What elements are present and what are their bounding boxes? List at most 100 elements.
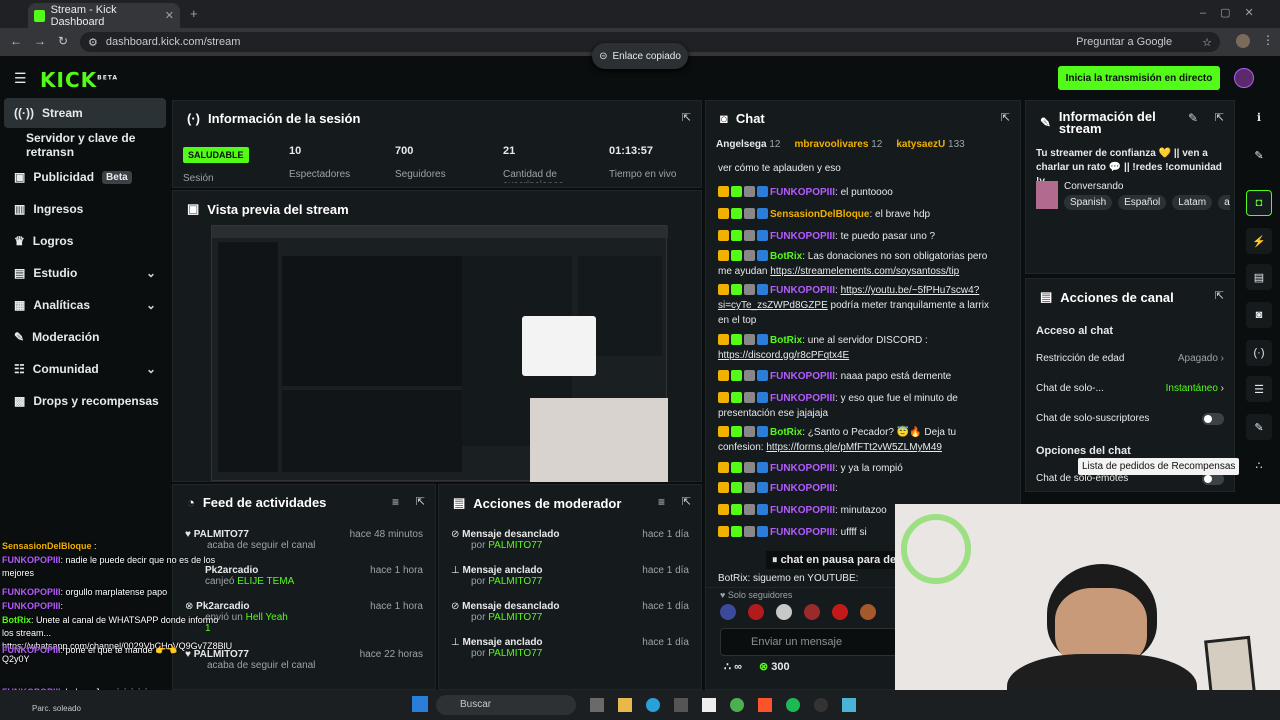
rewards-icon[interactable]: ∴ [1246, 452, 1272, 478]
chat-username[interactable]: FUNKOPOPIII [770, 505, 835, 516]
edit-icon[interactable]: ✎ [1188, 111, 1198, 125]
user-avatar[interactable] [1234, 68, 1254, 88]
chat-username[interactable]: FUNKOPOPIII [770, 463, 835, 474]
slow-mode-row[interactable]: Chat de solo-... Instantáneo › [1036, 383, 1224, 394]
site-info-icon[interactable]: ⚙ [88, 36, 98, 49]
sidebar-item-server-key[interactable]: Servidor y clave de retransn [4, 130, 166, 160]
new-tab-icon[interactable]: + [190, 6, 198, 21]
flash-icon[interactable]: ⚡ [1246, 228, 1272, 254]
chat-message: FUNKOPOPIII: y ya la rompió [718, 461, 994, 476]
chat-username[interactable]: FUNKOPOPIII [770, 393, 835, 404]
filter-icon[interactable]: ≡ [392, 495, 399, 509]
app-icon[interactable] [590, 698, 604, 712]
sidebar-item-analytics[interactable]: ▦ Analíticas ⌄ [4, 290, 166, 320]
start-stream-button[interactable]: Inicia la transmisión en directo [1058, 66, 1220, 90]
heart-icon: ♥ [185, 529, 191, 540]
chat-username[interactable]: FUNKOPOPIII [770, 527, 835, 538]
browser-tab[interactable]: Stream - Kick Dashboard ✕ [28, 3, 180, 28]
edit-icon[interactable]: ✎ [1246, 142, 1272, 168]
close-tab-icon[interactable]: ✕ [165, 9, 174, 22]
panel-title-text: Acciones de canal [1060, 289, 1174, 305]
camera-icon[interactable]: ◘ [1246, 190, 1272, 216]
wrench-icon[interactable]: ✎ [1246, 414, 1272, 440]
spotify-icon[interactable] [786, 698, 800, 712]
category-thumbnail[interactable] [1036, 181, 1058, 209]
preview-title: ▣ Vista previa del stream [187, 201, 349, 217]
clipboard-icon[interactable]: ▤ [1246, 264, 1272, 290]
subs-only-toggle[interactable] [1202, 413, 1224, 425]
emote-icon[interactable] [804, 604, 820, 620]
list-icon[interactable]: ☰ [1246, 376, 1272, 402]
brave-icon[interactable] [758, 698, 772, 712]
chat-username[interactable]: FUNKOPOPIII [770, 483, 835, 494]
chat-username[interactable]: FUNKOPOPIII [770, 371, 835, 382]
window-controls-icon[interactable]: –▢✕ [1200, 6, 1268, 19]
top-gifter[interactable]: mbravoolivares 12 [794, 139, 882, 150]
app-icon[interactable] [702, 698, 716, 712]
popout-icon[interactable]: ⇱ [1215, 111, 1224, 124]
broadcast-icon[interactable]: (·) [1246, 340, 1272, 366]
chat-username[interactable]: BotRix [770, 335, 802, 346]
emote-icon[interactable] [832, 604, 848, 620]
chat-icon[interactable]: ◙ [1246, 302, 1272, 328]
chat-username[interactable]: SensasionDelBloque [770, 209, 869, 220]
chat-link[interactable]: https://forms.gle/pMfFTt2vW5ZLMyM49 [766, 442, 942, 453]
preview-video[interactable] [211, 225, 668, 482]
status-badge: SALUDABLE [183, 147, 249, 163]
sidebar-item-moderation[interactable]: ✎ Moderación [4, 322, 166, 352]
popout-icon[interactable]: ⇱ [1001, 111, 1010, 124]
chat-username[interactable]: FUNKOPOPIII [770, 187, 835, 198]
emote-icon[interactable] [860, 604, 876, 620]
popout-icon[interactable]: ⇱ [682, 495, 691, 508]
app-icon[interactable] [842, 698, 856, 712]
top-gifter[interactable]: Angelsega 12 [716, 139, 780, 150]
chrome-icon[interactable] [730, 698, 744, 712]
channel-points[interactable]: ∴ ∞ ⊗ 300 [724, 660, 790, 673]
filter-icon[interactable]: ≡ [658, 495, 665, 509]
chat-username[interactable]: FUNKOPOPIII [770, 285, 835, 296]
tag[interactable]: Español [1118, 195, 1167, 210]
sidebar-item-label: Comunidad [32, 362, 99, 376]
popout-icon[interactable]: ⇱ [682, 111, 691, 124]
bookmark-star-icon[interactable]: ☆ [1202, 36, 1212, 49]
hamburger-menu-icon[interactable]: ☰ [14, 70, 27, 87]
edge-icon[interactable] [646, 698, 660, 712]
taskbar-search[interactable]: Buscar [436, 695, 576, 715]
category-name[interactable]: Conversando [1064, 181, 1123, 192]
age-restriction-row[interactable]: Restricción de edad Apagado › [1036, 353, 1224, 364]
top-gifter[interactable]: katysaezU 133 [896, 139, 964, 150]
sidebar-item-ads[interactable]: ▣ Publicidad Beta [4, 162, 166, 192]
nav-back-forward-reload-icon[interactable]: ←→↻ [10, 34, 80, 48]
tag[interactable]: Latam [1172, 195, 1213, 210]
windows-start-icon[interactable] [412, 696, 428, 712]
info-icon[interactable]: ℹ [1246, 104, 1272, 130]
chat-username[interactable]: FUNKOPOPIII [770, 231, 835, 242]
obs-icon[interactable] [814, 698, 828, 712]
popout-icon[interactable]: ⇱ [416, 495, 425, 508]
sidebar-item-achievements[interactable]: ♛ Logros [4, 226, 166, 256]
chat-username[interactable]: BotRix [770, 251, 802, 262]
tag[interactable]: ar [1218, 195, 1230, 210]
app-icon[interactable] [674, 698, 688, 712]
profile-avatar[interactable] [1236, 34, 1250, 48]
browser-menu-icon[interactable]: ⋮ [1262, 33, 1274, 47]
activity-time: hace 48 minutos [349, 529, 423, 540]
folder-icon[interactable] [618, 698, 632, 712]
ask-google-button[interactable]: Preguntar a Google [1076, 36, 1172, 48]
sidebar-item-stream[interactable]: ((·)) Stream [4, 98, 166, 128]
overlay-text: : [60, 601, 64, 611]
tag[interactable]: Spanish [1064, 195, 1113, 210]
emote-icon[interactable] [748, 604, 764, 620]
chat-link[interactable]: https://discord.gg/r8cPFqtx4E [718, 350, 849, 361]
sidebar-item-drops[interactable]: ▩ Drops y recompensas [4, 386, 166, 416]
emote-icon[interactable] [720, 604, 736, 620]
chat-link[interactable]: https://streamelements.com/soysantoss/ti… [770, 266, 959, 277]
weather-text[interactable]: Parc. soleado [32, 704, 81, 713]
sidebar-item-studio[interactable]: ▤ Estudio ⌄ [4, 258, 166, 288]
sidebar-item-community[interactable]: ☷ Comunidad ⌄ [4, 354, 166, 384]
emote-icon[interactable] [776, 604, 792, 620]
chat-username[interactable]: BotRix [770, 427, 802, 438]
sidebar-item-income[interactable]: ▥ Ingresos [4, 194, 166, 224]
popout-icon[interactable]: ⇱ [1215, 289, 1224, 302]
kick-logo[interactable]: KICKBETA [40, 68, 118, 92]
